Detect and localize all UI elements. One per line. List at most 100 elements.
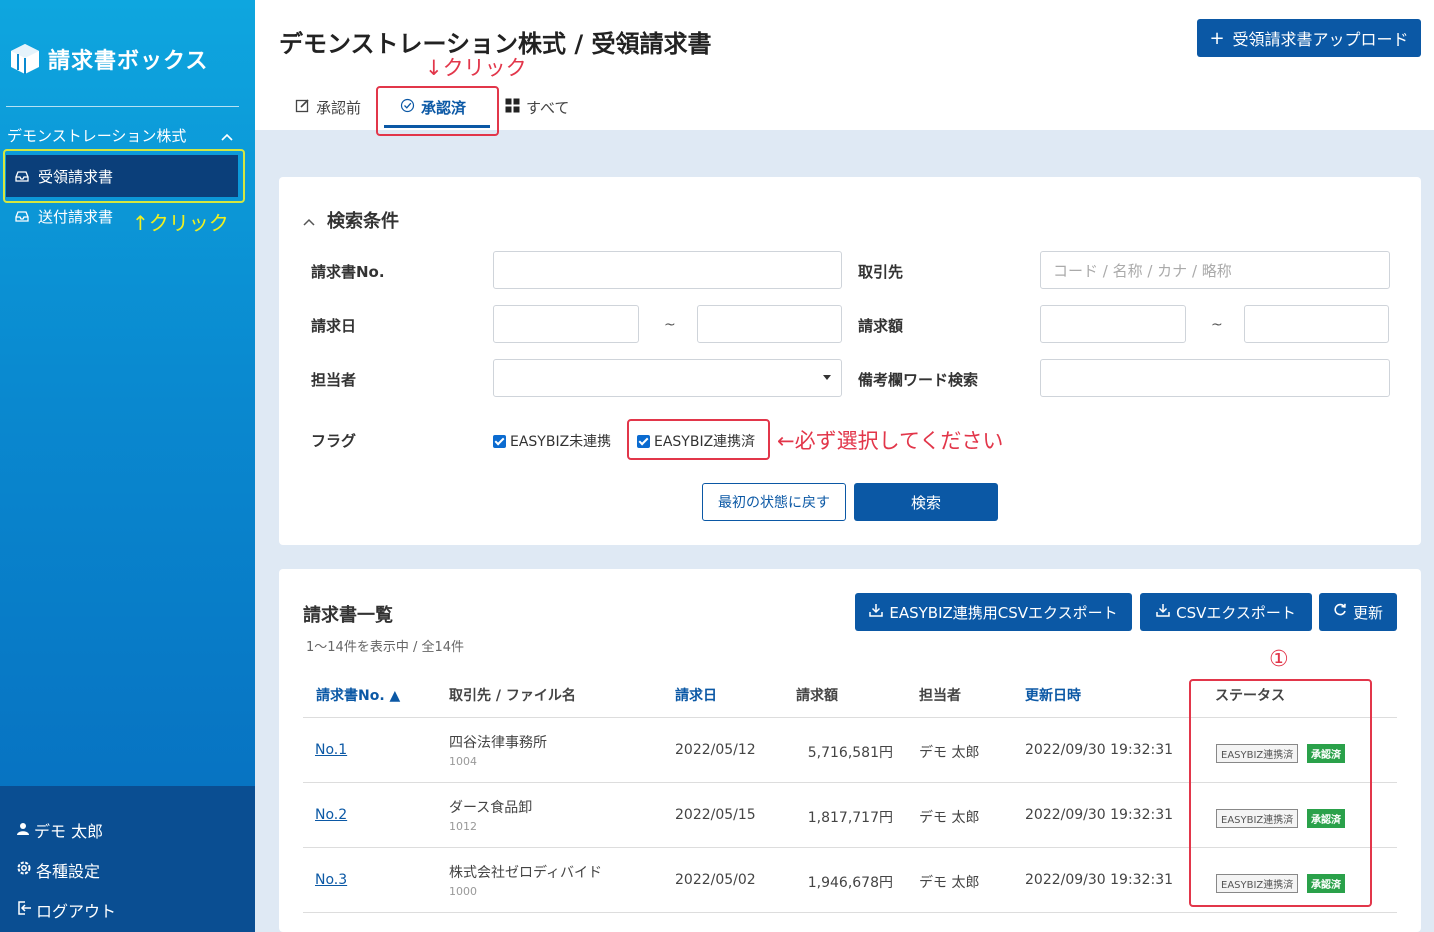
export-easybiz-label: EASYBIZ連携用CSVエクスポート <box>889 603 1118 622</box>
column-header-amount: 請求額 <box>796 688 838 704</box>
tab-label: 承認前 <box>316 98 362 117</box>
chevron-up-icon <box>221 127 233 145</box>
column-header-date[interactable]: 請求日 <box>675 685 717 705</box>
upload-invoice-button[interactable]: + 受領請求書アップロード <box>1197 19 1421 57</box>
invoice-date-label: 請求日 <box>311 317 357 335</box>
partner-name: ダース食品卸 <box>449 800 533 816</box>
tab-label: すべて <box>526 98 570 117</box>
result-count: 1〜14件を表示中 / 全14件 <box>306 640 464 655</box>
inbox-icon <box>14 168 30 184</box>
settings-link[interactable]: 各種設定 <box>16 858 100 882</box>
search-button[interactable]: 検索 <box>854 483 998 521</box>
search-panel-toggle[interactable]: 検索条件 <box>303 207 399 233</box>
amount-from-input[interactable] <box>1040 305 1186 343</box>
invoice-date: 2022/05/12 <box>675 742 756 758</box>
invoice-list-title: 請求書一覧 <box>303 601 393 627</box>
status-badge: EASYBIZ連携済 <box>1216 874 1299 893</box>
sidebar-divider <box>6 106 239 107</box>
reset-button[interactable]: 最初の状態に戻す <box>702 483 846 521</box>
date-from-input[interactable] <box>493 305 639 343</box>
invoice-no-label: 請求書No. <box>311 263 385 281</box>
tab-all[interactable]: すべて <box>505 94 569 120</box>
flag-linked-label: EASYBIZ連携済 <box>654 434 756 450</box>
active-tab-indicator <box>384 125 490 128</box>
sidebar-item-received-invoices[interactable]: 受領請求書 <box>6 155 238 197</box>
search-panel-title: 検索条件 <box>327 211 399 232</box>
app-name: 請求書ボックス <box>48 49 209 74</box>
flag-linked-checkbox[interactable]: EASYBIZ連携済 <box>637 431 755 451</box>
company-name: デモンストレーション株式 <box>7 127 187 145</box>
invoice-list-title-text: 請求書一覧 <box>303 605 393 626</box>
invoice-amount: 1,946,678円 <box>807 875 893 891</box>
updated-at: 2022/09/30 19:32:31 <box>1025 742 1174 758</box>
search-panel: 検索条件 請求書No. 取引先 コード / 名称 / カナ / 略称 請求日 ~… <box>279 177 1421 545</box>
tab-unapproved[interactable]: 承認前 <box>295 94 361 120</box>
flag-unlinked-checkbox[interactable]: EASYBIZ未連携 <box>493 431 611 451</box>
status-badge: EASYBIZ連携済 <box>1216 809 1299 828</box>
amount-label: 請求額 <box>858 317 904 335</box>
table-row[interactable]: No.2 ダース食品卸 1012 2022/05/15 1,817,717円 デ… <box>303 782 1397 847</box>
annotation-circle-one: ① <box>1269 647 1289 672</box>
check-circle-icon <box>400 98 415 117</box>
partner-input[interactable]: コード / 名称 / カナ / 略称 <box>1040 251 1390 289</box>
status-badge: EASYBIZ連携済 <box>1216 744 1299 763</box>
invoice-no-input[interactable] <box>493 251 842 289</box>
memo-input[interactable] <box>1040 359 1390 397</box>
invoice-list-panel: 請求書一覧 1〜14件を表示中 / 全14件 EASYBIZ連携用CSVエクスポ… <box>279 569 1421 932</box>
updated-at: 2022/09/30 19:32:31 <box>1025 872 1174 888</box>
partner-placeholder: コード / 名称 / カナ / 略称 <box>1053 261 1232 280</box>
person-name: デモ 太郎 <box>919 810 980 826</box>
annotation-click-down: ↓クリック <box>425 56 527 80</box>
grid-icon <box>505 98 520 117</box>
invoice-no-link[interactable]: No.2 <box>315 807 347 823</box>
invoice-amount: 1,817,717円 <box>807 810 893 826</box>
annotation-must-select: ←必ず選択してください <box>777 429 1004 453</box>
user-icon <box>16 821 30 840</box>
checkbox-checked-icon <box>493 434 506 448</box>
settings-label: 各種設定 <box>36 862 101 881</box>
memo-label: 備考欄ワード検索 <box>858 371 979 389</box>
company-toggle[interactable]: デモンストレーション株式 <box>7 125 239 146</box>
column-header-updated[interactable]: 更新日時 <box>1025 685 1081 705</box>
table-row[interactable]: No.3 株式会社ゼロディバイド 1000 2022/05/02 1,946,6… <box>303 847 1397 912</box>
amount-to-input[interactable] <box>1244 305 1389 343</box>
sidebar-item-label: 送付請求書 <box>38 207 114 226</box>
export-csv-button[interactable]: CSVエクスポート <box>1140 593 1312 631</box>
amount-range-separator: ~ <box>1211 317 1223 333</box>
partner-code: 1000 <box>449 885 477 898</box>
status-badge: 承認済 <box>1307 809 1345 828</box>
column-header-invoice-no[interactable]: 請求書No. ▲ <box>316 685 400 705</box>
partner-name: 株式会社ゼロディバイド <box>449 865 603 881</box>
refresh-button[interactable]: 更新 <box>1319 593 1397 631</box>
plus-icon: + <box>1209 27 1225 49</box>
column-header-person: 担当者 <box>919 688 961 704</box>
chevron-up-icon <box>303 210 315 231</box>
download-icon <box>1156 603 1170 621</box>
invoice-no-link[interactable]: No.3 <box>315 872 347 888</box>
invoice-no-link[interactable]: No.1 <box>315 742 347 758</box>
flag-unlinked-label: EASYBIZ未連携 <box>510 434 612 450</box>
page-header: デモンストレーション株式 / 受領請求書 + 受領請求書アップロード 承認前 承… <box>255 0 1434 136</box>
updated-at: 2022/09/30 19:32:31 <box>1025 807 1174 823</box>
partner-label: 取引先 <box>858 263 904 281</box>
inbox-icon <box>14 208 30 224</box>
download-icon <box>869 603 884 621</box>
refresh-icon <box>1333 603 1347 621</box>
table-row[interactable]: No.1 四谷法律事務所 1004 2022/05/12 5,716,581円 … <box>303 717 1397 782</box>
export-easybiz-csv-button[interactable]: EASYBIZ連携用CSVエクスポート <box>855 593 1132 631</box>
refresh-label: 更新 <box>1352 603 1383 622</box>
caret-down-icon <box>823 375 831 380</box>
partner-code: 1004 <box>449 755 477 768</box>
logout-link[interactable]: ログアウト <box>16 898 116 922</box>
upload-button-label: 受領請求書アップロード <box>1232 30 1409 49</box>
app-logo[interactable]: 請求書ボックス <box>8 42 208 76</box>
logout-label: ログアウト <box>36 902 117 921</box>
table-row[interactable] <box>303 912 1397 932</box>
date-to-input[interactable] <box>697 305 842 343</box>
tab-approved[interactable]: 承認済 <box>400 94 466 120</box>
user-menu[interactable]: デモ 太郎 <box>16 818 103 842</box>
person-name: デモ 太郎 <box>919 875 980 891</box>
person-select[interactable] <box>493 359 842 397</box>
partner-code: 1012 <box>449 820 477 833</box>
person-label: 担当者 <box>311 371 357 389</box>
